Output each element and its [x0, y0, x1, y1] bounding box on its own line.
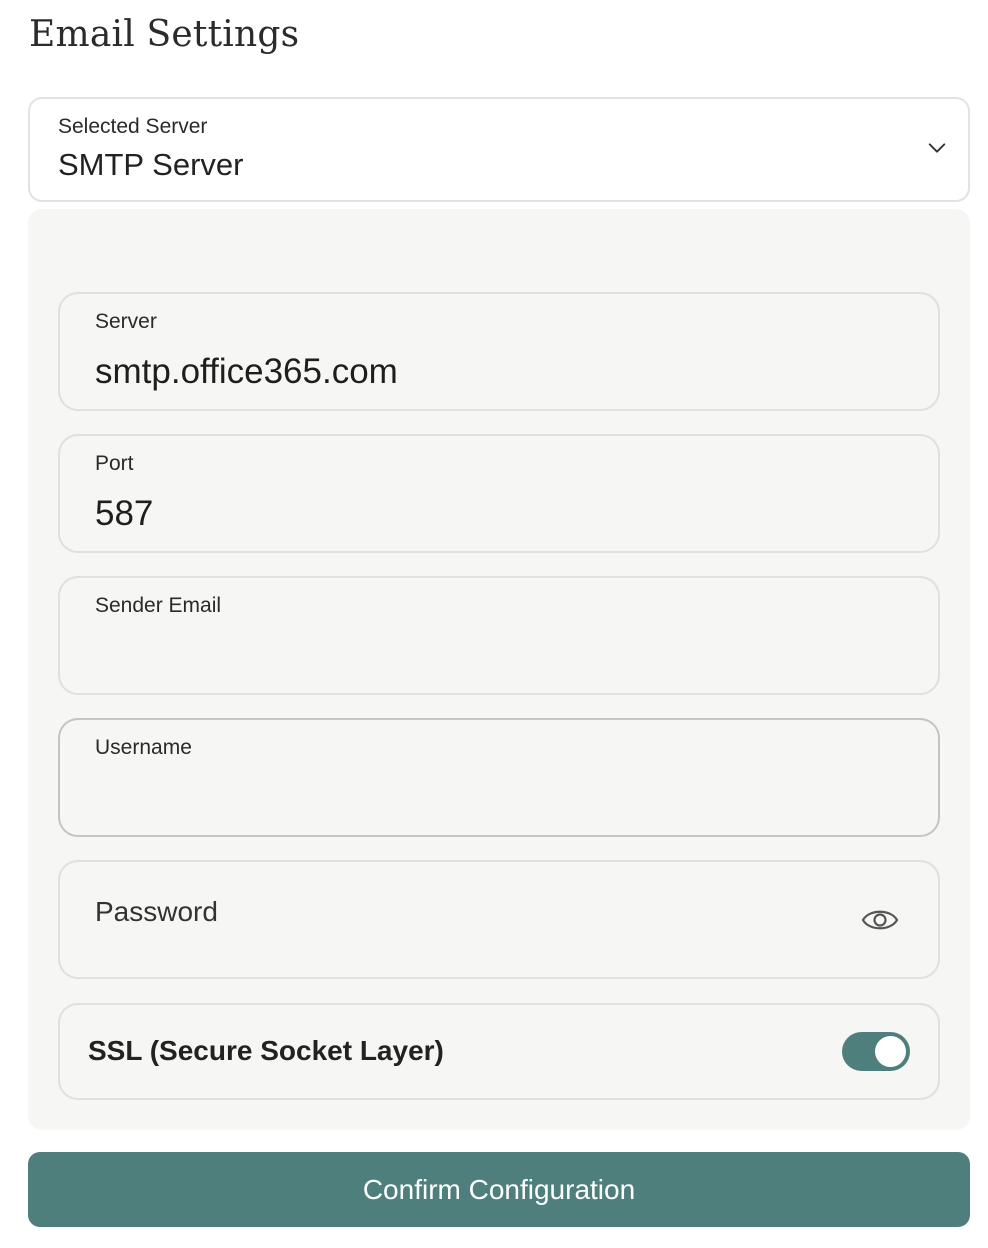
- server-field[interactable]: Server: [58, 292, 940, 411]
- confirm-configuration-button[interactable]: Confirm Configuration: [28, 1152, 970, 1227]
- smtp-settings-panel: Server Port Sender Email Username Passwo…: [28, 209, 970, 1130]
- username-field[interactable]: Username: [58, 718, 940, 837]
- ssl-setting-row: SSL (Secure Socket Layer): [58, 1003, 940, 1100]
- chevron-down-icon[interactable]: [926, 137, 948, 159]
- sender-email-input[interactable]: [95, 634, 875, 678]
- ssl-label: SSL (Secure Socket Layer): [88, 1035, 444, 1066]
- page-title: Email Settings: [29, 14, 300, 55]
- server-select-dropdown[interactable]: Selected Server SMTP Server: [28, 97, 970, 202]
- server-select-label: Selected Server: [58, 115, 208, 138]
- port-field[interactable]: Port: [58, 434, 940, 553]
- sender-email-field[interactable]: Sender Email: [58, 576, 940, 695]
- sender-email-field-label: Sender Email: [95, 594, 222, 617]
- password-field-label: Password: [95, 896, 218, 927]
- ssl-toggle[interactable]: [842, 1032, 910, 1071]
- server-field-label: Server: [95, 310, 157, 333]
- port-field-label: Port: [95, 452, 134, 475]
- password-field[interactable]: Password: [58, 860, 940, 979]
- server-input[interactable]: [95, 350, 875, 394]
- server-select-value: SMTP Server: [58, 147, 244, 182]
- eye-icon[interactable]: [860, 902, 900, 938]
- username-field-label: Username: [95, 736, 192, 759]
- ssl-toggle-knob: [875, 1036, 906, 1067]
- port-input[interactable]: [95, 492, 875, 536]
- username-input[interactable]: [95, 776, 875, 820]
